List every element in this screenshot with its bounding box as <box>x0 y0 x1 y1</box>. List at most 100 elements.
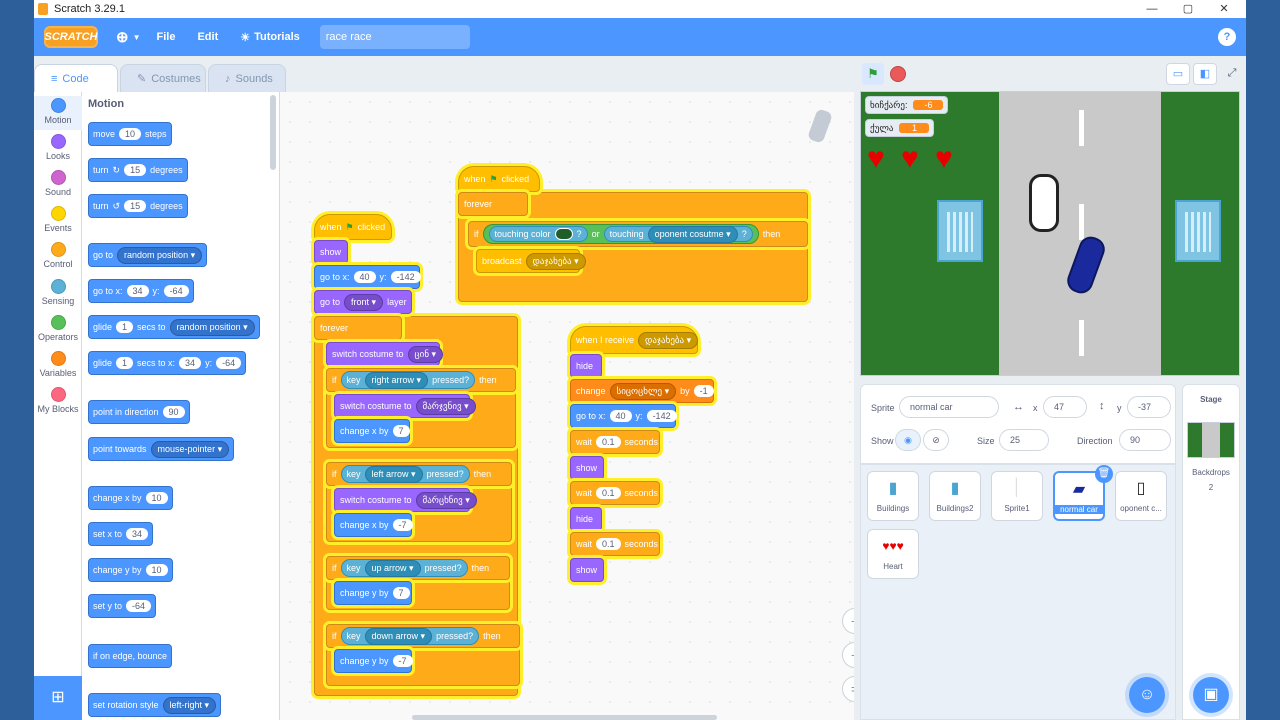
sprite-tile-buildings2[interactable]: ▮ Buildings2 <box>929 471 981 521</box>
block-input[interactable]: 34 <box>179 357 202 369</box>
category-motion[interactable]: Motion <box>34 96 82 130</box>
wait-block[interactable]: wait 0.1 seconds <box>570 430 660 454</box>
when-flag-clicked-hat[interactable]: when ⚑ clicked <box>458 166 540 192</box>
go-to-xy-block[interactable]: go to x: 34 y: -64 <box>88 279 194 303</box>
minimize-button[interactable]: — <box>1134 0 1170 18</box>
set-y-block[interactable]: set y to -64 <box>88 594 157 618</box>
block-dropdown[interactable]: front ▾ <box>344 293 384 311</box>
block-dropdown[interactable]: დაჯახება ▾ <box>638 331 699 349</box>
change-x-block[interactable]: change x by 10 <box>88 486 173 510</box>
choose-backdrop-button[interactable]: ▣ <box>1193 677 1229 713</box>
sprite-tile-heart[interactable]: ♥♥♥ Heart <box>867 529 919 579</box>
palette-scrollbar[interactable] <box>270 95 276 170</box>
change-y-block[interactable]: change y by -7 <box>334 649 413 673</box>
switch-costume-block[interactable]: switch costume to მარცხნივ ▾ <box>334 488 477 512</box>
block-input[interactable]: 1 <box>116 321 134 333</box>
sprite-name-input[interactable]: normal car <box>899 396 999 418</box>
key-pressed-sensing[interactable]: key left arrow ▾ pressed? <box>340 465 470 483</box>
when-flag-clicked-hat[interactable]: when ⚑ clicked <box>314 214 392 240</box>
block-dropdown[interactable]: mouse-pointer ▾ <box>150 440 230 458</box>
script-workspace[interactable]: when ⚑ clicked show go to x: 40 y: -142 go to… <box>280 92 854 720</box>
block-dropdown[interactable]: up arrow ▾ <box>364 559 421 577</box>
block-input[interactable]: 90 <box>162 406 185 418</box>
stage-canvas[interactable]: ხიჩქარე: -6 ქულა 1 ♥ ♥ ♥ <box>860 91 1240 376</box>
block-input[interactable]: -142 <box>646 410 677 422</box>
tutorials-menu[interactable]: ☀ Tutorials <box>240 31 300 44</box>
block-dropdown[interactable]: მარცხნივ ▾ <box>415 491 477 509</box>
sprite-tile-opponent-car[interactable]: ▯ oponent c... <box>1115 471 1167 521</box>
key-pressed-sensing[interactable]: key up arrow ▾ pressed? <box>340 559 468 577</box>
turn-right-block[interactable]: turn ↻ 15 degrees <box>88 158 188 182</box>
show-block[interactable]: show <box>314 240 348 264</box>
bounce-block[interactable]: if on edge, bounce <box>88 644 173 668</box>
add-extension-button[interactable]: ⊞ <box>34 676 82 720</box>
block-input[interactable]: -7 <box>392 519 413 531</box>
wait-block[interactable]: wait 0.1 seconds <box>570 481 660 505</box>
glide-to-xy-block[interactable]: glide 1 secs to x: 34 y: -64 <box>88 351 247 375</box>
broadcast-block[interactable]: broadcast დაჯახება ▾ <box>476 249 586 273</box>
switch-costume-block[interactable]: switch costume to მარჯვნივ ▾ <box>334 394 476 418</box>
if-key-pressed-block[interactable]: if key up arrow ▾ pressed? then <box>326 556 510 580</box>
go-to-xy-block[interactable]: go to x: 40 y: -142 <box>314 265 421 289</box>
category-events[interactable]: Events <box>34 206 82 233</box>
block-input[interactable]: 0.1 <box>596 436 621 448</box>
block-dropdown[interactable]: random position ▾ <box>169 318 255 336</box>
change-y-block[interactable]: change y by 10 <box>88 558 173 582</box>
go-to-front-layer-block[interactable]: go to front ▾ layer <box>314 290 412 314</box>
touching-sensing[interactable]: touching oponent cosutme ▾? <box>603 225 753 243</box>
block-dropdown[interactable]: down arrow ▾ <box>364 627 433 645</box>
block-input[interactable]: -7 <box>392 655 413 667</box>
block-input[interactable]: 15 <box>124 200 147 212</box>
block-input[interactable]: 7 <box>392 425 410 437</box>
point-towards-block[interactable]: point towards mouse-pointer ▾ <box>88 437 235 461</box>
wait-block[interactable]: wait 0.1 seconds <box>570 532 660 556</box>
zoom-in-button[interactable]: + <box>842 608 854 634</box>
forever-block[interactable]: forever <box>314 316 402 340</box>
scratch-logo[interactable]: SCRATCH <box>44 26 98 48</box>
direction-input[interactable]: 90 <box>1119 429 1171 451</box>
touching-color-sensing[interactable]: touching color? <box>488 226 588 242</box>
go-to-block[interactable]: go to random position ▾ <box>88 243 208 267</box>
block-input[interactable]: 0.1 <box>596 487 621 499</box>
category-my-blocks[interactable]: My Blocks <box>34 387 82 414</box>
stage-selector[interactable]: Stage Backdrops 2 ▣ <box>1182 384 1240 720</box>
block-input[interactable]: 40 <box>353 271 376 283</box>
show-hidden-button[interactable]: ⊘ <box>923 429 949 451</box>
category-control[interactable]: Control <box>34 242 82 269</box>
block-input[interactable]: 40 <box>609 410 632 422</box>
block-input[interactable]: 0.1 <box>596 538 621 550</box>
block-input[interactable]: -64 <box>126 600 152 612</box>
category-operators[interactable]: Operators <box>34 315 82 342</box>
block-input[interactable]: 1 <box>116 357 134 369</box>
show-block[interactable]: show <box>570 456 604 480</box>
project-title-input[interactable]: race race <box>319 25 470 49</box>
stop-button[interactable] <box>890 66 906 82</box>
language-menu[interactable]: ⊕ ▼ <box>116 28 141 46</box>
delete-sprite-button[interactable]: 🗑 <box>1095 465 1113 483</box>
block-dropdown[interactable]: დაჯახება ▾ <box>525 252 586 270</box>
sprite-tile-buildings[interactable]: ▮ Buildings <box>867 471 919 521</box>
category-sound[interactable]: Sound <box>34 170 82 197</box>
show-block[interactable]: show <box>570 558 604 582</box>
fullscreen-button[interactable]: ⤢ <box>1220 63 1244 85</box>
hide-block[interactable]: hide <box>570 507 602 531</box>
category-variables[interactable]: Variables <box>34 351 82 378</box>
hide-block[interactable]: hide <box>570 354 602 378</box>
size-input[interactable]: 25 <box>999 429 1049 451</box>
glide-to-block[interactable]: glide 1 secs to random position ▾ <box>88 315 260 339</box>
block-input[interactable]: 34 <box>126 285 149 297</box>
show-visible-button[interactable]: ◉ <box>895 429 921 451</box>
block-dropdown[interactable]: სიცოცხლე ▾ <box>609 382 677 400</box>
workspace-scrollbar[interactable] <box>412 715 717 720</box>
tab-code[interactable]: ≡ Code <box>34 64 118 92</box>
block-dropdown[interactable]: ცინ ▾ <box>407 345 444 363</box>
block-input[interactable]: -64 <box>216 357 242 369</box>
change-y-block[interactable]: change y by 7 <box>334 581 412 605</box>
block-dropdown[interactable]: right arrow ▾ <box>364 371 429 389</box>
color-swatch[interactable] <box>554 228 573 240</box>
key-pressed-sensing[interactable]: key down arrow ▾ pressed? <box>340 627 480 645</box>
if-key-pressed-block[interactable]: if key right arrow ▾ pressed? then <box>326 368 516 392</box>
set-x-block[interactable]: set x to 34 <box>88 522 154 546</box>
block-dropdown[interactable]: left arrow ▾ <box>364 465 423 483</box>
key-pressed-sensing[interactable]: key right arrow ▾ pressed? <box>340 371 476 389</box>
